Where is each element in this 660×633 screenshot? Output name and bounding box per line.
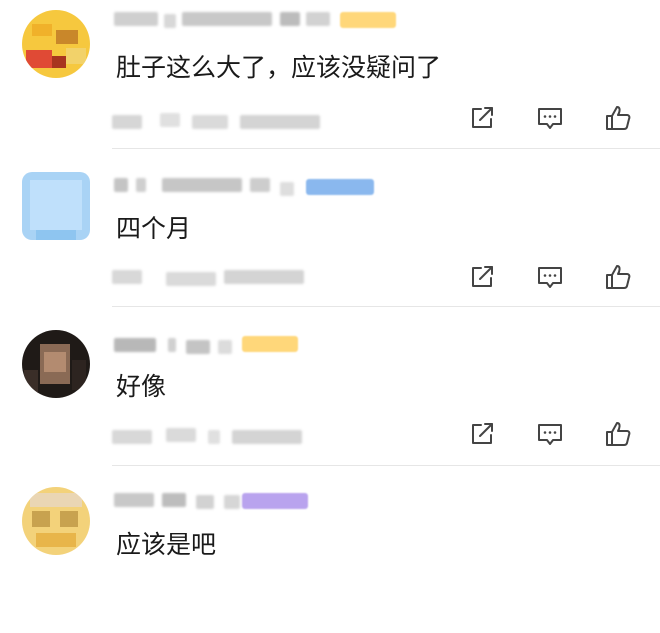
avatar[interactable] xyxy=(22,172,90,240)
user-badge xyxy=(306,179,374,195)
thumbs-up-icon xyxy=(606,106,631,130)
thumbs-up-icon xyxy=(606,265,631,289)
share-button[interactable] xyxy=(466,418,498,450)
divider xyxy=(112,148,660,149)
user-badge xyxy=(340,12,396,28)
user-badge xyxy=(242,493,308,509)
reply-button[interactable] xyxy=(534,261,566,293)
divider xyxy=(112,465,660,466)
reply-button[interactable] xyxy=(534,102,566,134)
comment-item: 肚子这么大了，应该没疑问了 xyxy=(0,0,660,158)
like-button[interactable] xyxy=(602,261,634,293)
comment-item: 四个月 xyxy=(0,158,660,316)
comment-text: 好像 xyxy=(116,372,167,401)
comment-icon xyxy=(538,424,562,445)
comment-text: 四个月 xyxy=(116,214,192,243)
comment-icon xyxy=(538,267,562,288)
comment-item: 应该是吧 xyxy=(0,475,660,633)
comment-text: 应该是吧 xyxy=(116,530,217,559)
comment-item: 好像 xyxy=(0,316,660,474)
user-badge xyxy=(242,336,298,352)
reply-button[interactable] xyxy=(534,418,566,450)
thumbs-up-icon xyxy=(606,422,631,446)
comment-icon xyxy=(538,108,562,129)
avatar[interactable] xyxy=(22,487,90,555)
share-button[interactable] xyxy=(466,261,498,293)
like-button[interactable] xyxy=(602,418,634,450)
divider xyxy=(112,306,660,307)
share-button[interactable] xyxy=(466,102,498,134)
avatar[interactable] xyxy=(22,330,90,398)
avatar[interactable] xyxy=(22,10,90,78)
comment-text: 肚子这么大了，应该没疑问了 xyxy=(116,53,442,82)
share-icon xyxy=(472,266,493,287)
share-icon xyxy=(472,423,493,444)
share-icon xyxy=(472,107,493,128)
like-button[interactable] xyxy=(602,102,634,134)
